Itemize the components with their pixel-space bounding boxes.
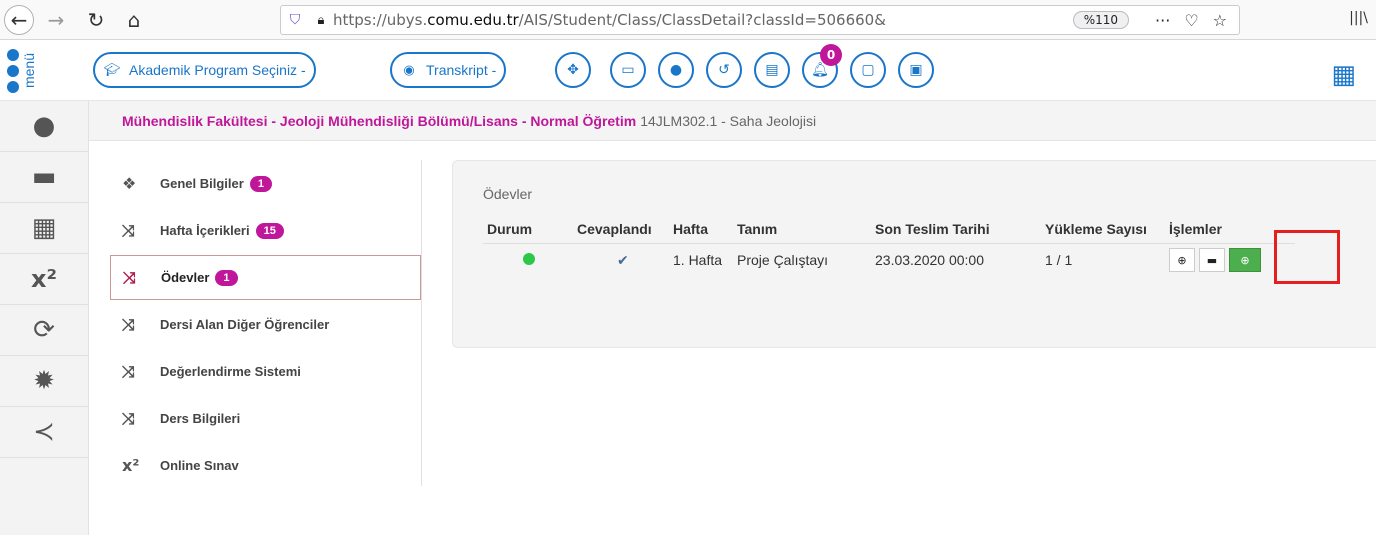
subnav-item-weekly-content[interactable]: ⤨ Hafta İçerikleri 15: [110, 207, 421, 254]
shuffle-icon: ⤨: [122, 314, 135, 334]
navigation-icon[interactable]: ✥: [555, 52, 591, 88]
upload-icon: ⊕: [1240, 253, 1250, 267]
exam-icon[interactable]: x²: [0, 254, 88, 305]
refresh-icon[interactable]: ⟳: [0, 305, 88, 356]
back-icon[interactable]: ←: [4, 5, 34, 35]
subnav-label: Değerlendirme Sistemi: [160, 364, 301, 379]
menu-toggle-button[interactable]: menü: [0, 40, 44, 101]
answered-cell: ✔: [573, 244, 669, 273]
pocket-icon[interactable]: ♡: [1184, 11, 1198, 30]
header-answered: Cevaplandı: [573, 221, 669, 244]
shuffle-icon: ⤨: [122, 220, 135, 240]
header-week: Hafta: [669, 221, 733, 244]
status-dot-icon: [523, 253, 535, 265]
highlight-annotation-box: [1274, 230, 1340, 284]
bookmark-star-icon[interactable]: ☆: [1213, 11, 1227, 30]
transcript-button[interactable]: ◉ Transkript -: [390, 52, 507, 88]
subnav-item-online-exam[interactable]: x² Online Sınav: [110, 442, 421, 489]
profile-icon[interactable]: ●: [0, 101, 88, 152]
calendar-rail-icon[interactable]: ▦: [0, 203, 88, 254]
subnav-item-assignments[interactable]: ⤨ Ödevler 1: [110, 255, 421, 300]
subnav-label: Online Sınav: [160, 458, 239, 473]
subnav-item-general[interactable]: ❖ Genel Bilgiler 1: [110, 160, 421, 207]
upload-button[interactable]: ⊕: [1229, 248, 1261, 272]
assignments-panel: Ödevler Durum Cevaplandı Hafta Tanım Son…: [452, 160, 1376, 348]
document-icon[interactable]: ▤: [754, 52, 790, 88]
shuffle-icon: ⤨: [123, 267, 136, 287]
graduation-cap-icon: 🎓︎: [103, 62, 121, 77]
badge-icon[interactable]: ✹: [0, 356, 88, 407]
subnav-item-course-info[interactable]: ⤨ Ders Bilgileri: [110, 395, 421, 442]
deadline-cell: 23.03.2020 00:00: [875, 252, 984, 268]
count-badge: 1: [215, 269, 238, 286]
history-icon[interactable]: ↺: [706, 52, 742, 88]
subnav-label: Hafta İçerikleri: [160, 223, 250, 238]
subnav-label: Ders Bilgileri: [160, 411, 241, 426]
breadcrumb: Mühendislik Fakültesi - Jeoloji Mühendis…: [89, 101, 1376, 141]
view-button[interactable]: ⊕: [1169, 248, 1195, 272]
subnav-label: Genel Bilgiler: [160, 176, 244, 191]
status-cell: [483, 244, 573, 273]
forward-icon[interactable]: →: [40, 4, 72, 36]
book-icon[interactable]: ▬: [0, 152, 88, 203]
uploads-cell: 1 / 1: [1045, 252, 1073, 268]
lock-icon[interactable]: 🔒︎: [309, 13, 333, 28]
shield-icon[interactable]: ⛉: [281, 12, 309, 28]
user-icon[interactable]: ●: [658, 52, 694, 88]
subnav-label: Ödevler: [161, 270, 210, 285]
bell-icon[interactable]: 🔔︎ 0: [802, 44, 842, 88]
menu-label: menü: [21, 52, 37, 89]
description-cell: Proje Çalıştayı: [737, 252, 829, 268]
left-icon-rail: ● ▬ ▦ x² ⟳ ✹ ≺: [0, 101, 89, 535]
subnav-label: Dersi Alan Diğer Öğrenciler: [160, 317, 330, 332]
exam-small-icon: x²: [122, 456, 140, 475]
header-status: Durum: [483, 221, 573, 244]
table-header-row: Durum Cevaplandı Hafta Tanım Son Teslim …: [483, 221, 1295, 244]
subnav-item-evaluation[interactable]: ⤨ Değerlendirme Sistemi: [110, 348, 421, 395]
more-icon[interactable]: ···: [1155, 11, 1170, 30]
credit-card-icon[interactable]: ▭: [610, 52, 646, 88]
transcript-label: Transkript: [426, 62, 488, 78]
reload-icon[interactable]: ↻: [80, 4, 112, 36]
subnav-item-other-students[interactable]: ⤨ Dersi Alan Diğer Öğrenciler: [110, 301, 421, 348]
panel-title: Ödevler: [483, 186, 533, 202]
image-icon[interactable]: ▣: [898, 52, 934, 88]
week-cell: 1. Hafta: [673, 252, 723, 268]
count-badge: 15: [255, 222, 284, 239]
academic-program-button[interactable]: 🎓︎ Akademik Program Seçiniz -: [93, 52, 316, 88]
notification-badge: 0: [820, 44, 842, 66]
breadcrumb-faculty: Mühendislik Fakültesi - Jeoloji Mühendis…: [122, 112, 637, 129]
breadcrumb-course: 14JLM302.1 - Saha Jeolojisi: [640, 112, 817, 129]
url-text[interactable]: https://ubys.comu.edu.tr/AIS/Student/Cla…: [333, 11, 1073, 29]
app-topbar: menü 🎓︎ Akademik Program Seçiniz - ◉ Tra…: [0, 40, 1376, 101]
count-badge: 1: [249, 175, 272, 192]
header-uploads: Yükleme Sayısı: [1041, 221, 1165, 244]
menu-dots-icon: [7, 48, 19, 93]
header-deadline: Son Teslim Tarihi: [871, 221, 1041, 244]
academic-program-label: Akademik Program Seçiniz: [129, 62, 298, 78]
checkmark-icon: ✔: [617, 253, 629, 269]
table-row: ✔ 1. Hafta Proje Çalıştayı 23.03.2020 00…: [483, 244, 1295, 273]
course-subnav: ❖ Genel Bilgiler 1 ⤨ Hafta İçerikleri 15…: [110, 160, 422, 486]
dropbox-icon: ❖: [122, 174, 137, 193]
shuffle-icon: ⤨: [122, 361, 135, 381]
eye-icon: ◉: [403, 62, 415, 77]
library-icon[interactable]: |||\: [1349, 10, 1368, 26]
header-description: Tanım: [733, 221, 871, 244]
comment-icon: ▬: [1206, 253, 1218, 267]
shuffle-icon: ⤨: [122, 408, 135, 428]
comment-button[interactable]: ▬: [1199, 248, 1225, 272]
browser-toolbar: ← → ↻ ⌂ ⛉ 🔒︎ https://ubys.comu.edu.tr/AI…: [0, 0, 1376, 40]
view-icon: ⊕: [1177, 253, 1187, 267]
calendar-small-icon[interactable]: ▢: [850, 52, 886, 88]
address-bar[interactable]: ⛉ 🔒︎ https://ubys.comu.edu.tr/AIS/Studen…: [280, 5, 1240, 35]
zoom-level[interactable]: %110: [1072, 11, 1130, 29]
home-icon[interactable]: ⌂: [118, 4, 150, 36]
assignments-table: Durum Cevaplandı Hafta Tanım Son Teslim …: [483, 221, 1295, 272]
share-icon[interactable]: ≺: [0, 407, 88, 458]
calendar-icon[interactable]: ▦: [1331, 60, 1356, 90]
